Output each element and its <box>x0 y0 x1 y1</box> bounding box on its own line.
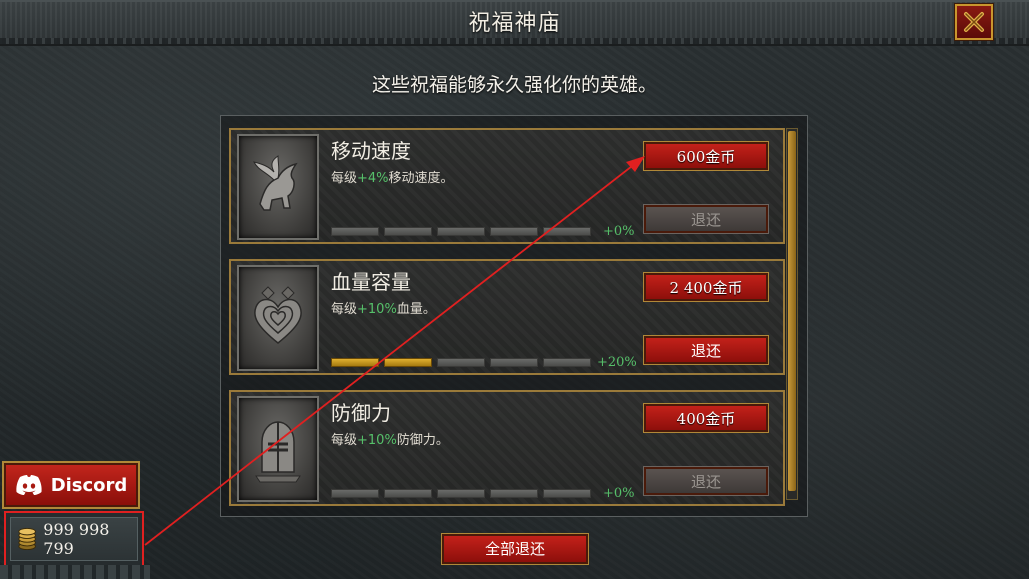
shrine-description: 这些祝福能够永久强化你的英雄。 <box>371 74 657 96</box>
level-progress <box>331 489 591 499</box>
heart-icon <box>237 265 319 371</box>
level-segment <box>543 358 591 367</box>
desc-prefix: 每级 <box>331 171 358 186</box>
level-progress <box>331 227 591 237</box>
blessing-card-speed: 移动速度 每级+4%移动速度。 +0% 600金币 退还 <box>229 128 785 244</box>
blessing-card-defense: 防御力 每级+10%防御力。 +0% 400金币 退还 <box>229 390 785 506</box>
level-segment-filled <box>331 358 379 367</box>
current-bonus: +0% <box>603 486 635 501</box>
level-segment <box>490 489 538 498</box>
discord-button[interactable]: Discord <box>2 461 140 509</box>
buy-button[interactable]: 400金币 <box>643 403 769 433</box>
level-segment <box>490 358 538 367</box>
scrollbar-thumb[interactable] <box>788 131 796 491</box>
current-bonus: +20% <box>597 355 637 370</box>
gold-amount: 999 998 799 <box>43 520 110 558</box>
blessing-name: 防御力 <box>331 401 391 425</box>
level-segment <box>543 489 591 498</box>
desc-suffix: 防御力。 <box>396 433 449 448</box>
level-progress <box>331 358 591 368</box>
refund-button[interactable]: 退还 <box>643 335 769 365</box>
refund-button[interactable]: 退还 <box>643 466 769 496</box>
level-segment <box>437 489 485 498</box>
refund-all-button[interactable]: 全部退还 <box>441 533 589 565</box>
gold-counter: 999 998 799 <box>4 511 144 567</box>
discord-label: Discord <box>50 474 128 496</box>
level-segment-filled <box>384 358 432 367</box>
knight-helmet-icon <box>237 396 319 502</box>
refund-button[interactable]: 退还 <box>643 204 769 234</box>
bottom-ornament <box>0 565 150 579</box>
gold-counter-inner: 999 998 799 <box>10 517 138 561</box>
blessing-list[interactable]: 移动速度 每级+4%移动速度。 +0% 600金币 退还 血量容量 每级+10%… <box>220 115 808 517</box>
close-button[interactable] <box>955 4 993 40</box>
blessing-name: 移动速度 <box>331 139 411 163</box>
level-segment <box>384 489 432 498</box>
title-bar-ornament <box>0 38 1029 44</box>
pegasus-icon <box>237 134 319 240</box>
desc-prefix: 每级 <box>331 433 358 448</box>
list-scrollbar[interactable] <box>786 128 798 500</box>
level-segment <box>331 489 379 498</box>
close-x-icon <box>964 12 984 32</box>
level-segment <box>331 227 379 236</box>
desc-suffix: 移动速度。 <box>388 171 454 186</box>
level-segment <box>543 227 591 236</box>
desc-bonus: +10% <box>357 302 397 317</box>
blessing-description: 每级+4%移动速度。 <box>331 167 454 186</box>
desc-bonus: +10% <box>357 433 397 448</box>
page-title: 祝福神庙 <box>468 11 561 36</box>
desc-suffix: 血量。 <box>396 302 436 317</box>
current-bonus: +0% <box>603 224 635 239</box>
level-segment <box>437 358 485 367</box>
coin-stack-icon <box>18 527 36 551</box>
buy-button[interactable]: 600金币 <box>643 141 769 171</box>
blessing-description: 每级+10%血量。 <box>331 298 436 317</box>
blessing-description: 每级+10%防御力。 <box>331 429 449 448</box>
blessing-name: 血量容量 <box>331 270 411 294</box>
blessing-card-health: 血量容量 每级+10%血量。 +20% 2 400金币 退还 <box>229 259 785 375</box>
level-segment <box>437 227 485 236</box>
desc-prefix: 每级 <box>331 302 358 317</box>
buy-button[interactable]: 2 400金币 <box>643 272 769 302</box>
level-segment <box>490 227 538 236</box>
desc-bonus: +4% <box>357 171 389 186</box>
discord-icon <box>16 475 42 495</box>
level-segment <box>384 227 432 236</box>
